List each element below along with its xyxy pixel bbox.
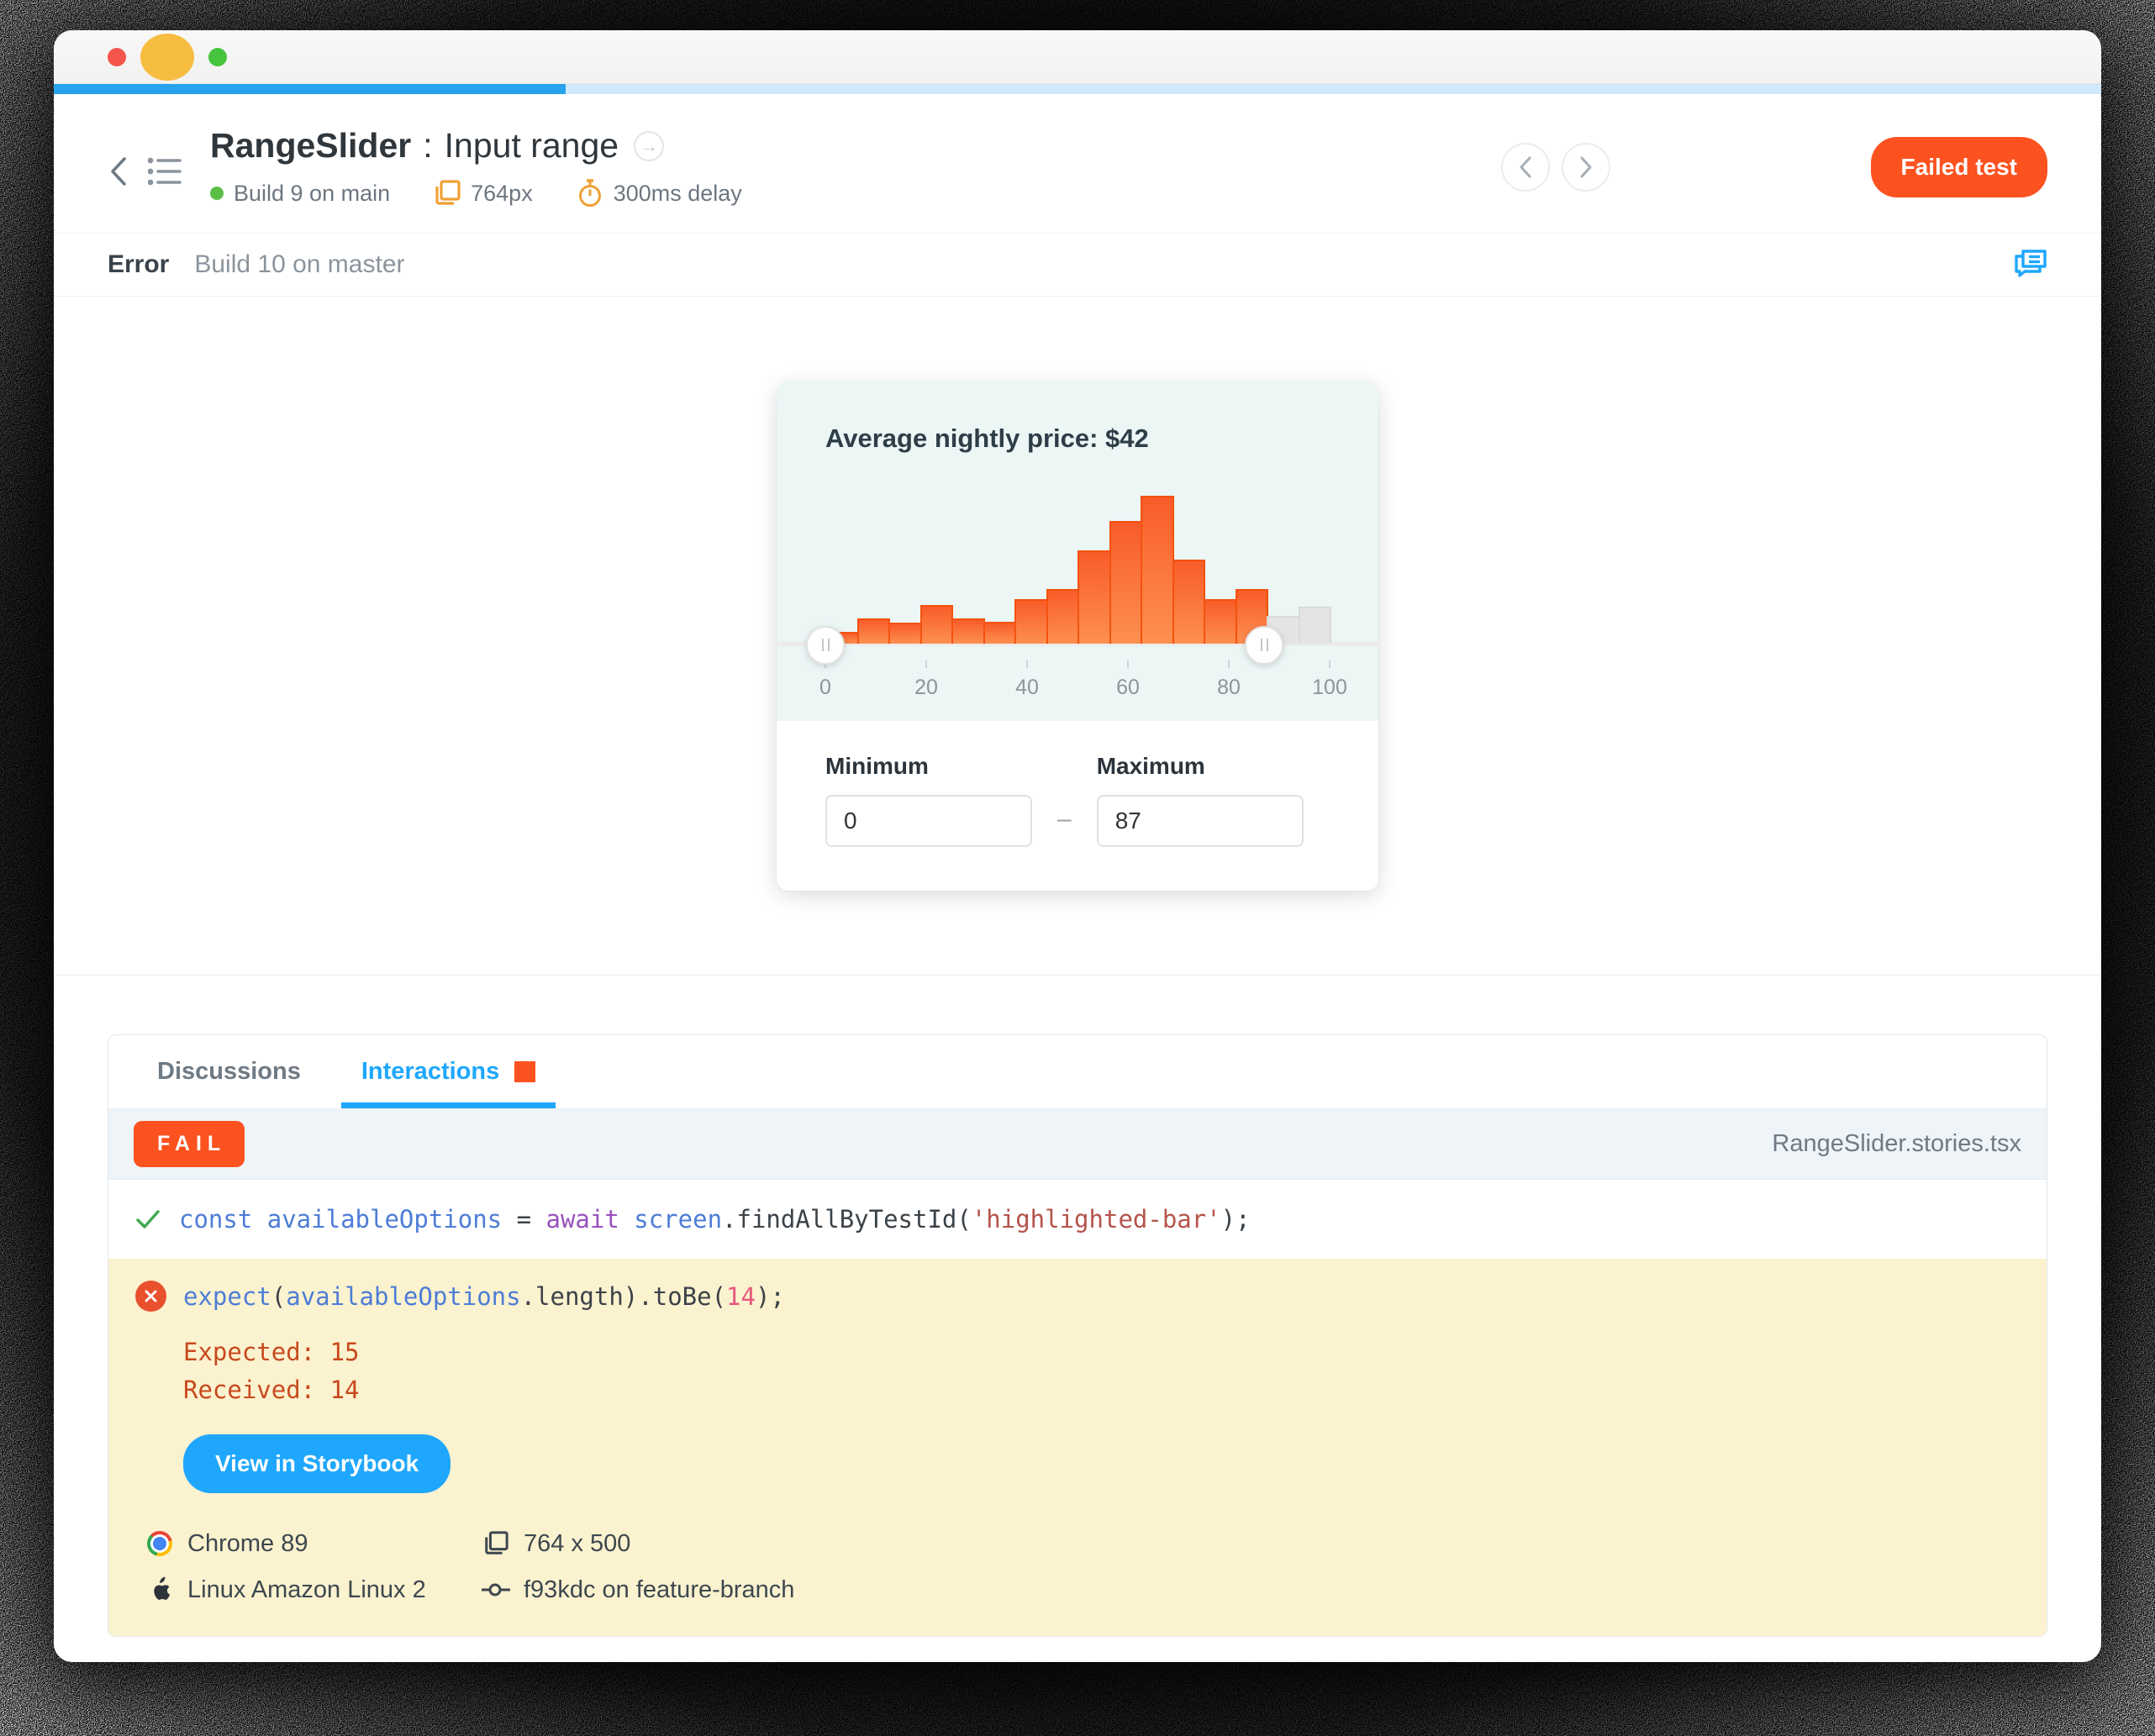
range-inputs-section: Minimum – Maximum bbox=[777, 720, 1378, 891]
build-progress-fill bbox=[54, 84, 566, 94]
passed-step-code: const availableOptions = await screen.fi… bbox=[179, 1205, 1251, 1234]
failed-test-button[interactable]: Failed test bbox=[1870, 136, 2047, 197]
axis-tick-label: 60 bbox=[1116, 675, 1140, 699]
tab-interactions[interactable]: Interactions bbox=[340, 1035, 556, 1108]
failed-step-section: expect(availableOptions.length).toBe(14)… bbox=[108, 1259, 2047, 1636]
maximum-label: Maximum bbox=[1096, 752, 1205, 779]
histogram-bar-highlighted bbox=[983, 621, 1016, 644]
histogram-bar-highlighted bbox=[951, 618, 985, 644]
histogram-bars bbox=[825, 495, 1331, 644]
histogram-bar-highlighted bbox=[856, 618, 890, 644]
apple-icon bbox=[145, 1576, 174, 1603]
test-result-bar: FAIL RangeSlider.stories.tsx bbox=[108, 1109, 2047, 1180]
app-window: RangeSlider : Input range → Build 9 on m… bbox=[54, 30, 2101, 1662]
histogram-bar-highlighted bbox=[1014, 598, 1048, 644]
histogram-bar-highlighted bbox=[1078, 550, 1111, 644]
range-dash: – bbox=[1057, 804, 1072, 833]
histogram-section: Average nightly price: $42 0 20 40 60 80 100 bbox=[777, 381, 1378, 721]
environment-info: Chrome 89 764 x 500 Linux Amazon Linux 2 bbox=[145, 1530, 2020, 1604]
commit-info: f93kdc on feature-branch bbox=[482, 1576, 2020, 1604]
error-build: Build 10 on master bbox=[194, 250, 405, 278]
comments-icon[interactable] bbox=[2012, 247, 2047, 283]
failed-step-row: expect(availableOptions.length).toBe(14)… bbox=[135, 1281, 2020, 1312]
story-header: RangeSlider : Input range → Build 9 on m… bbox=[54, 94, 2101, 233]
passed-step-row: const availableOptions = await screen.fi… bbox=[108, 1180, 2047, 1259]
histogram-bar-highlighted bbox=[1204, 598, 1237, 644]
assertion-diff: Expected: 15 Received: 14 bbox=[183, 1334, 2020, 1409]
histogram-bar-muted bbox=[1298, 606, 1331, 644]
size-info: 764 x 500 bbox=[482, 1530, 2020, 1558]
axis-tick bbox=[1329, 660, 1330, 668]
slider-handle-min[interactable] bbox=[806, 625, 845, 665]
interactions-panel: Discussions Interactions FAIL RangeSlide… bbox=[108, 1034, 2047, 1637]
delay-info: 300ms delay bbox=[577, 179, 742, 208]
minimum-label: Minimum bbox=[825, 752, 929, 779]
tab-discussions[interactable]: Discussions bbox=[137, 1035, 321, 1108]
axis-tick-label: 100 bbox=[1312, 675, 1347, 699]
axis-tick bbox=[1228, 660, 1230, 668]
browser-info: Chrome 89 bbox=[145, 1530, 482, 1558]
story-preview-area: Average nightly price: $42 0 20 40 60 80 100 … bbox=[54, 297, 2101, 976]
check-icon bbox=[136, 1210, 160, 1228]
minimum-input[interactable] bbox=[825, 794, 1032, 847]
received-line: Received: 14 bbox=[183, 1375, 360, 1404]
previous-story-button[interactable] bbox=[1500, 142, 1550, 192]
snapshot-status-bar: Error Build 10 on master bbox=[54, 233, 2101, 297]
stopwatch-icon bbox=[578, 179, 601, 207]
window-titlebar bbox=[54, 30, 2101, 84]
back-button[interactable] bbox=[108, 154, 129, 189]
axis-tick bbox=[1026, 660, 1028, 668]
histogram-bar-highlighted bbox=[1046, 588, 1079, 644]
axis-tick bbox=[925, 660, 927, 668]
build-status-dot bbox=[210, 187, 224, 200]
histogram-bar-highlighted bbox=[888, 622, 922, 644]
card-title: Average nightly price: $42 bbox=[825, 423, 1149, 453]
story-file-name: RangeSlider.stories.tsx bbox=[1772, 1130, 2021, 1157]
story-navigation bbox=[1500, 142, 1610, 192]
axis-tick bbox=[1127, 660, 1129, 668]
build-status: Build 9 on main bbox=[210, 181, 390, 207]
axis-tick-label: 20 bbox=[914, 675, 938, 699]
open-story-arrow-icon[interactable]: → bbox=[634, 130, 665, 161]
interactions-fail-badge-icon bbox=[514, 1061, 536, 1082]
axis-tick-label: 80 bbox=[1217, 675, 1241, 699]
os-info: Linux Amazon Linux 2 bbox=[145, 1576, 482, 1604]
axis-tick-label: 40 bbox=[1015, 675, 1039, 699]
zoom-window-button[interactable] bbox=[208, 47, 227, 66]
histogram-bar-highlighted bbox=[1172, 559, 1205, 644]
price-histogram bbox=[777, 495, 1378, 665]
next-story-button[interactable] bbox=[1561, 142, 1610, 192]
slider-handle-max[interactable] bbox=[1245, 625, 1283, 665]
viewport-size: 764px bbox=[434, 180, 533, 207]
histogram-bar-highlighted bbox=[919, 604, 953, 644]
axis-tick-label: 0 bbox=[819, 675, 831, 699]
panel-tabs: Discussions Interactions bbox=[108, 1035, 2047, 1109]
story-meta: Build 9 on main 764px 300ms delay bbox=[210, 179, 786, 208]
failed-step-code: expect(availableOptions.length).toBe(14)… bbox=[183, 1281, 785, 1311]
expected-line: Expected: 15 bbox=[183, 1338, 360, 1366]
sidebar-list-icon[interactable] bbox=[148, 156, 182, 187]
story-title: RangeSlider : Input range → bbox=[210, 126, 786, 166]
commit-icon bbox=[482, 1581, 510, 1599]
maximum-field: Maximum bbox=[1096, 752, 1304, 847]
error-label: Error bbox=[108, 250, 170, 278]
story-name: Input range bbox=[444, 126, 619, 165]
range-slider-card: Average nightly price: $42 0 20 40 60 80 100 … bbox=[777, 381, 1378, 891]
viewport-icon bbox=[435, 180, 461, 205]
error-x-icon bbox=[135, 1281, 166, 1312]
minimum-field: Minimum bbox=[825, 753, 1032, 847]
histogram-bar-highlighted bbox=[1109, 520, 1142, 644]
close-window-button[interactable] bbox=[108, 47, 126, 66]
viewport-icon bbox=[482, 1531, 510, 1556]
minimize-window-button[interactable] bbox=[140, 33, 194, 81]
fail-status-badge: FAIL bbox=[134, 1121, 245, 1167]
chrome-icon bbox=[145, 1531, 174, 1557]
view-in-storybook-button[interactable]: View in Storybook bbox=[183, 1434, 451, 1493]
component-name: RangeSlider bbox=[210, 126, 412, 165]
build-progress-bar bbox=[54, 84, 2101, 94]
histogram-bar-highlighted bbox=[1141, 495, 1174, 644]
maximum-input[interactable] bbox=[1096, 794, 1304, 847]
